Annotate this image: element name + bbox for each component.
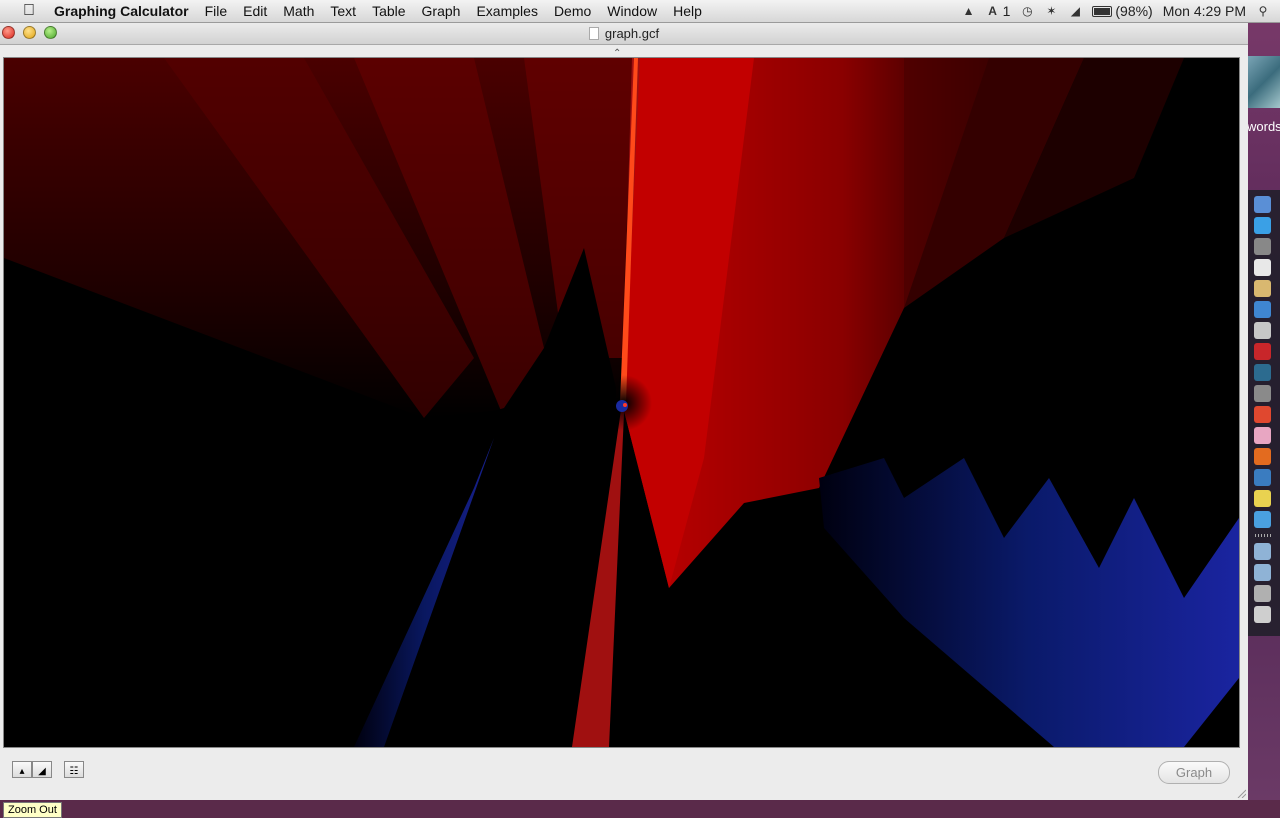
dock-time-machine-icon[interactable] xyxy=(1254,364,1271,381)
app-menu[interactable]: Graphing Calculator xyxy=(46,0,197,22)
minimize-window-button[interactable] xyxy=(23,26,36,39)
dock-documents-folder-icon[interactable] xyxy=(1254,564,1271,581)
dock-trash-icon[interactable] xyxy=(1254,606,1271,623)
dock-chrome-icon[interactable] xyxy=(1254,406,1271,423)
clock[interactable]: Mon 4:29 PM xyxy=(1163,3,1246,19)
bluetooth-icon[interactable]: ✶ xyxy=(1044,4,1058,18)
app-window: graph.gcf ⌃ ▴ ◢ ☷ Graph Zoom Out xyxy=(0,23,1248,818)
dock-app-store-icon[interactable] xyxy=(1254,217,1271,234)
menu-text[interactable]: Text xyxy=(322,0,364,22)
menu-bar:  Graphing Calculator File Edit Math Tex… xyxy=(0,0,1280,23)
graph-surface xyxy=(4,58,1239,747)
zoom-window-button[interactable] xyxy=(44,26,57,39)
apple-icon[interactable]:  xyxy=(16,2,42,20)
dock-photos-icon[interactable] xyxy=(1254,427,1271,444)
table-view-button[interactable]: ☷ xyxy=(64,761,84,778)
columns-icon: ☷ xyxy=(69,766,79,777)
dock-launchpad-icon[interactable] xyxy=(1254,238,1271,255)
time-machine-icon[interactable]: ◷ xyxy=(1020,4,1034,18)
dock-photo-booth-icon[interactable] xyxy=(1254,343,1271,360)
dock-safari-icon[interactable] xyxy=(1254,511,1271,528)
graph-canvas[interactable] xyxy=(3,57,1240,748)
zoom-out-tooltip: Zoom Out xyxy=(3,802,62,818)
dock-system-preferences-icon[interactable] xyxy=(1254,385,1271,402)
dock-finder-icon[interactable] xyxy=(1254,196,1271,213)
bottom-toolbar: ▴ ◢ ☷ Graph Zoom Out xyxy=(0,753,1248,818)
adobe-menu-item[interactable]: A 1 xyxy=(986,3,1011,19)
desktop-file-thumbnail[interactable] xyxy=(1248,56,1280,108)
dock xyxy=(1243,190,1280,636)
window-title: graph.gcf xyxy=(604,26,660,41)
resize-grip-icon[interactable] xyxy=(1236,788,1246,798)
menu-demo[interactable]: Demo xyxy=(546,0,599,22)
dock-preview-icon[interactable] xyxy=(1254,322,1271,339)
menu-help[interactable]: Help xyxy=(665,0,710,22)
menu-graph[interactable]: Graph xyxy=(414,0,469,22)
desktop-file-label[interactable]: words xyxy=(1247,119,1280,134)
dock-colorsync-icon[interactable] xyxy=(1254,490,1271,507)
zoom-out-button[interactable]: ▴ xyxy=(12,761,32,778)
window-controls xyxy=(2,26,57,39)
menu-window[interactable]: Window xyxy=(599,0,665,22)
spotlight-search-icon[interactable]: ⚲ xyxy=(1256,4,1270,18)
menu-table[interactable]: Table xyxy=(364,0,413,22)
document-icon[interactable] xyxy=(588,27,599,40)
graph-button[interactable]: Graph xyxy=(1158,761,1230,784)
battery-icon xyxy=(1092,5,1113,17)
close-window-button[interactable] xyxy=(2,26,15,39)
battery-indicator[interactable]: (98%) xyxy=(1092,3,1153,19)
dock-notes-icon[interactable] xyxy=(1254,280,1271,297)
menu-math[interactable]: Math xyxy=(275,0,322,22)
title-bar[interactable]: graph.gcf xyxy=(0,23,1248,45)
dock-downloads-icon[interactable] xyxy=(1254,585,1271,602)
menu-file[interactable]: File xyxy=(197,0,236,22)
dock-separator xyxy=(1254,534,1271,537)
dock-browser-icon[interactable] xyxy=(1254,469,1271,486)
zoom-in-icon: ◢ xyxy=(38,766,46,777)
zoom-out-icon: ▴ xyxy=(19,766,25,777)
zoom-in-button[interactable]: ◢ xyxy=(32,761,52,778)
dock-itunes-icon[interactable] xyxy=(1254,301,1271,318)
dock-calendar-icon[interactable] xyxy=(1254,259,1271,276)
adobe-icon: A xyxy=(988,4,997,18)
notification-count: 1 xyxy=(1002,3,1011,19)
status-area: ▲ A 1 ◷ ✶ ◢ (98%) Mon 4:29 PM ⚲ xyxy=(962,3,1280,19)
dock-firefox-icon[interactable] xyxy=(1254,448,1271,465)
menu-examples[interactable]: Examples xyxy=(468,0,545,22)
notification-bell-icon[interactable]: ▲ xyxy=(962,4,976,18)
dock-applications-folder-icon[interactable] xyxy=(1254,543,1271,560)
battery-percent: (98%) xyxy=(1115,3,1153,19)
wifi-icon[interactable]: ◢ xyxy=(1068,4,1082,18)
menu-edit[interactable]: Edit xyxy=(235,0,275,22)
